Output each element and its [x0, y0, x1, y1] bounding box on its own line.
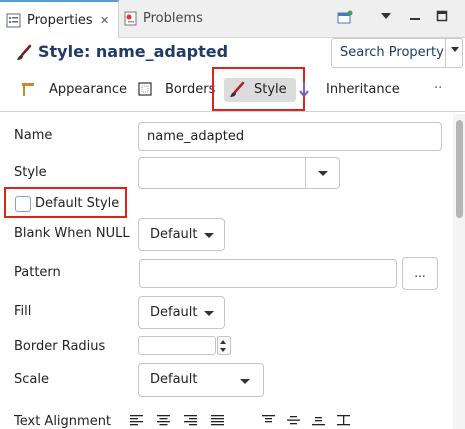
align-left-icon[interactable]	[130, 414, 143, 429]
blank-when-null-label: Blank When NULL	[14, 226, 130, 241]
pattern-label: Pattern	[14, 265, 61, 280]
chevron-down-icon	[204, 311, 214, 316]
tab-problems[interactable]: Problems	[119, 0, 229, 38]
tab-problems-label: Problems	[143, 11, 203, 26]
fill-label: Fill	[14, 304, 32, 319]
problems-icon	[124, 11, 138, 26]
align-middle-icon[interactable]	[287, 414, 300, 429]
border-radius-field[interactable]	[138, 336, 216, 355]
align-right-icon[interactable]	[184, 414, 197, 429]
page-title: Style: name_adapted	[38, 42, 229, 61]
border-radius-spinner[interactable]	[217, 336, 231, 355]
appearance-icon	[20, 81, 36, 101]
pattern-field[interactable]	[139, 259, 397, 288]
section-divider	[0, 111, 465, 112]
properties-icon	[6, 13, 21, 28]
chevron-down-icon[interactable]	[318, 171, 328, 176]
border-radius-label: Border Radius	[14, 339, 106, 354]
tab-borders-label: Borders	[165, 82, 216, 97]
name-field-value: name_adapted	[147, 129, 245, 144]
vertical-scrollbar[interactable]	[453, 114, 465, 429]
blank-when-null-value: Default	[150, 227, 198, 242]
align-justify-icon[interactable]	[211, 414, 224, 429]
pattern-browse-button[interactable]: ...	[402, 257, 438, 290]
brush-icon	[15, 44, 33, 62]
chevron-down-icon	[240, 379, 250, 384]
tab-properties[interactable]: Properties ✕	[0, 0, 119, 38]
align-top-icon[interactable]	[262, 414, 275, 429]
tab-appearance[interactable]: Appearance	[16, 78, 131, 102]
scale-label: Scale	[14, 372, 49, 387]
view-menu-icon[interactable]	[380, 10, 392, 26]
align-center-icon[interactable]	[157, 414, 170, 429]
scale-dropdown[interactable]: Default	[138, 363, 264, 397]
name-field[interactable]: name_adapted	[138, 122, 442, 151]
spinner-down-icon[interactable]	[220, 348, 226, 352]
tab-inheritance[interactable]: Inheritance	[298, 78, 408, 102]
spinner-up-icon[interactable]	[220, 340, 226, 344]
minimize-icon[interactable]	[409, 10, 421, 26]
fill-value: Default	[150, 305, 198, 320]
borders-icon	[138, 82, 152, 100]
chevron-down-icon[interactable]	[450, 44, 460, 57]
align-stretch-icon[interactable]	[337, 414, 350, 429]
style-combo[interactable]	[138, 157, 340, 189]
default-style-highlight	[4, 187, 127, 218]
name-label: Name	[14, 128, 53, 143]
style-label: Style	[14, 165, 47, 180]
close-icon[interactable]: ✕	[100, 14, 109, 27]
chevron-down-icon	[204, 233, 214, 238]
tab-borders[interactable]: Borders	[135, 78, 215, 102]
fill-dropdown[interactable]: Default	[138, 296, 225, 329]
align-bottom-icon[interactable]	[312, 414, 325, 429]
maximize-icon[interactable]	[436, 10, 448, 26]
search-property-control[interactable]: Search Property	[331, 38, 463, 68]
new-view-icon[interactable]	[337, 10, 353, 29]
text-alignment-label: Text Alignment	[14, 414, 112, 429]
combo-separator	[305, 158, 306, 188]
scrollbar-thumb[interactable]	[456, 120, 463, 218]
tab-inheritance-label: Inheritance	[326, 82, 400, 97]
inheritance-icon	[298, 81, 310, 103]
style-tab-highlight	[212, 67, 305, 111]
scale-value: Default	[150, 372, 198, 387]
tab-appearance-label: Appearance	[49, 82, 128, 97]
tab-properties-label: Properties	[27, 13, 93, 28]
more-tabs-button[interactable]: ··	[434, 81, 442, 96]
blank-when-null-dropdown[interactable]: Default	[138, 218, 225, 251]
search-property-button[interactable]: Search Property	[332, 39, 446, 67]
